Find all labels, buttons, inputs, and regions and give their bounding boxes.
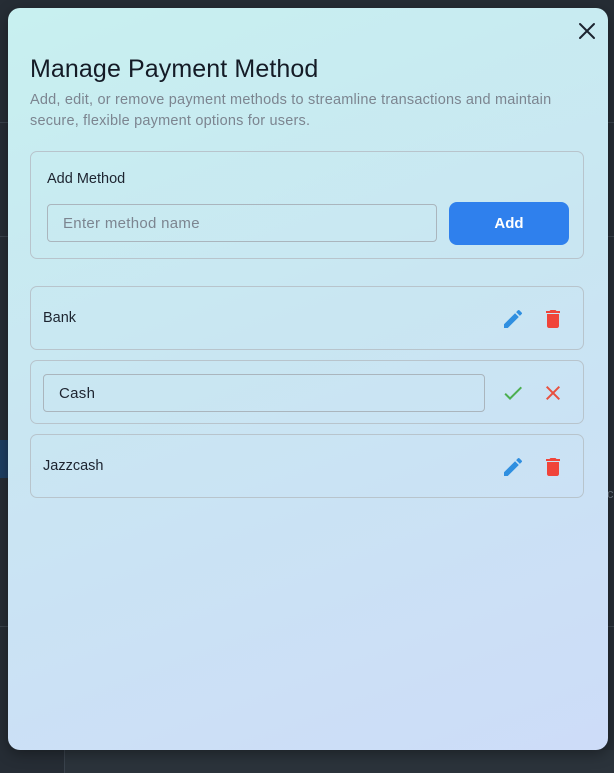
method-edit-input[interactable] <box>43 374 485 412</box>
add-button[interactable]: Add <box>449 202 569 245</box>
confirm-button[interactable] <box>501 381 525 405</box>
check-icon <box>504 386 522 400</box>
method-name: Bank <box>43 310 77 326</box>
delete-button[interactable] <box>541 307 565 331</box>
add-method-card: Add Method Add <box>30 151 584 259</box>
cancel-button[interactable] <box>541 381 565 405</box>
cancel-icon <box>546 386 560 400</box>
payment-method-modal: Manage Payment Method Add, edit, or remo… <box>8 8 608 750</box>
edit-button[interactable] <box>501 455 525 479</box>
delete-button[interactable] <box>541 455 565 479</box>
method-row-bank: Bank <box>30 286 584 350</box>
delete-icon <box>546 458 560 476</box>
modal-subtitle: Add, edit, or remove payment methods to … <box>30 92 552 129</box>
method-name-input[interactable] <box>47 204 437 242</box>
delete-icon <box>546 310 560 328</box>
add-method-label: Add Method <box>47 171 126 187</box>
method-name: Jazzcash <box>43 458 104 474</box>
close-button[interactable] <box>576 20 598 42</box>
edit-icon <box>504 457 523 476</box>
edit-icon <box>504 309 523 328</box>
backdrop-panel <box>64 750 614 773</box>
method-row-jazzcash: Jazzcash <box>30 434 584 498</box>
modal-title: Manage Payment Method <box>30 55 319 83</box>
method-row-cash <box>30 360 584 424</box>
close-icon <box>579 23 595 39</box>
edit-button[interactable] <box>501 307 525 331</box>
